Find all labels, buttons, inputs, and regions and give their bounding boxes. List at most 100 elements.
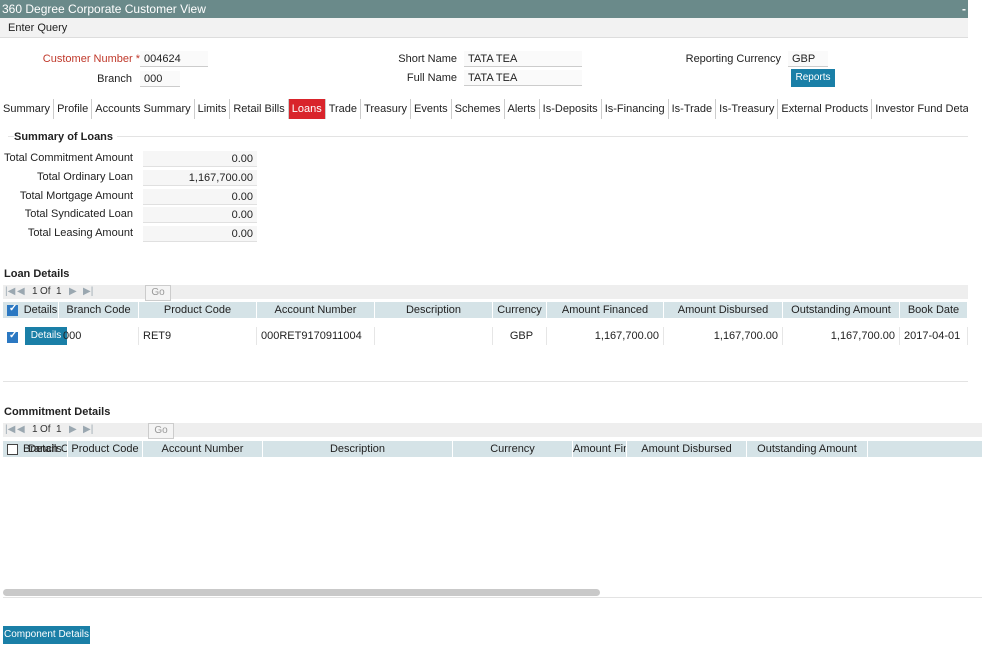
page-of: Of [40,286,51,297]
minimize-icon[interactable]: - [962,0,966,18]
commitment-go-button[interactable]: Go [148,423,174,439]
page-number: 1 [32,424,38,435]
cell-account-number: 000RET9170911004 [257,327,375,345]
row-checkbox[interactable] [7,330,18,343]
tab-external-products[interactable]: External Products [778,99,873,119]
summary-label: Total Ordinary Loan [37,171,133,183]
column-header-branch-code[interactable]: Branch Code [59,302,139,318]
cell-outstanding-amount: 1,167,700.00 [783,327,900,345]
column-header-branch-code[interactable]: Branch Code [23,441,68,457]
column-header-currency[interactable]: Currency [453,441,573,457]
column-header-outstanding-amount[interactable]: Outstanding Amount [747,441,868,457]
summary-label: Total Leasing Amount [27,227,133,239]
column-header-currency[interactable]: Currency [493,302,547,318]
select-all-checkbox[interactable] [7,444,18,455]
loan-go-button[interactable]: Go [145,285,171,301]
window-title-bar: 360 Degree Corporate Customer View - [0,0,968,18]
column-header-product-code[interactable]: Product Code [139,302,257,318]
prev-page-icon[interactable]: ◀ [17,285,25,299]
customer-number-field[interactable]: 004624 [140,51,208,67]
next-page-icon[interactable]: ▶ [69,423,77,437]
cell-book-date: 2017-04-01 [900,327,968,345]
horizontal-scrollbar[interactable] [3,589,600,596]
select-all-checkbox[interactable] [7,303,18,316]
customer-number-label: Customer Number * [42,53,140,65]
tab-is-deposits[interactable]: Is-Deposits [540,99,602,119]
summary-value: 1,167,700.00 [143,170,257,186]
column-header-amount-financed[interactable]: Amount Financed [547,302,664,318]
table-row[interactable]: Details000RET9000RET9170911004GBP1,167,7… [3,327,968,347]
column-header-description[interactable]: Description [375,302,493,318]
cell-product-code: RET9 [139,327,257,345]
first-page-icon[interactable]: |◀ [5,285,15,299]
summary-value: 0.00 [143,189,257,205]
summary-value: 0.00 [143,226,257,242]
tab-summary[interactable]: Summary [0,99,55,119]
full-name-label: Full Name [406,72,457,84]
loan-table-header: DetailsBranch CodeProduct CodeAccount Nu… [3,302,968,318]
tab-is-trade[interactable]: Is-Trade [669,99,717,119]
reporting-currency-field[interactable]: GBP [788,51,828,67]
tab-trade[interactable]: Trade [326,99,362,119]
page-number: 1 [32,286,38,297]
last-page-icon[interactable]: ▶| [83,285,93,299]
summary-value: 0.00 [143,151,257,167]
branch-label: Branch [97,73,132,85]
tab-limits[interactable]: Limits [195,99,231,119]
commitment-table-header: DetailsBranch CodeProduct CodeAccount Nu… [3,441,982,457]
tab-is-financing[interactable]: Is-Financing [602,99,669,119]
summary-value: 0.00 [143,207,257,223]
column-header-details[interactable]: Details [23,302,59,318]
column-header-product-code[interactable]: Product Code [68,441,143,457]
commitment-details-title: Commitment Details [4,406,111,418]
next-page-icon[interactable]: ▶ [69,285,77,299]
column-header-book-date[interactable]: Book Date [900,302,968,318]
full-name-field[interactable]: TATA TEA [464,70,582,86]
summary-title: Summary of Loans [14,131,118,143]
divider [8,136,968,137]
window-title: 360 Degree Corporate Customer View [2,2,206,16]
summary-label: Total Commitment Amount [4,152,133,164]
tab-alerts[interactable]: Alerts [505,99,540,119]
branch-field[interactable]: 000 [140,71,180,87]
column-header-account-number[interactable]: Account Number [257,302,375,318]
page-total: 1 [56,286,62,297]
enter-query-button[interactable]: Enter Query [8,22,67,34]
short-name-label: Short Name [398,53,457,65]
cell-branch-code: 000 [59,327,139,345]
last-page-icon[interactable]: ▶| [83,423,93,437]
prev-page-icon[interactable]: ◀ [17,423,25,437]
tab-profile[interactable]: Profile [54,99,93,119]
summary-label: Total Mortgage Amount [19,190,133,202]
short-name-field[interactable]: TATA TEA [464,51,582,67]
cell-amount-financed: 1,167,700.00 [547,327,664,345]
cell-description [375,327,493,345]
column-header-account-number[interactable]: Account Number [143,441,263,457]
tab-loans[interactable]: Loans [288,99,326,119]
column-header-amount-financed[interactable]: Amount Financed [573,441,627,457]
tab-treasury[interactable]: Treasury [361,99,412,119]
divider [3,381,968,382]
tab-schemes[interactable]: Schemes [452,99,505,119]
reporting-currency-label: Reporting Currency [685,53,781,65]
first-page-icon[interactable]: |◀ [5,423,15,437]
column-header-description[interactable]: Description [263,441,453,457]
tab-is-treasury[interactable]: Is-Treasury [716,99,779,119]
reports-button[interactable]: Reports [791,69,835,87]
tab-events[interactable]: Events [411,99,452,119]
component-details-button[interactable]: Component Details [3,626,90,644]
tab-retail-bills[interactable]: Retail Bills [230,99,289,119]
tab-investor-fund-details[interactable]: Investor Fund Details [872,99,968,119]
column-header-amount-disbursed[interactable]: Amount Disbursed [664,302,783,318]
page-total: 1 [56,424,62,435]
divider [3,597,982,598]
loan-details-title: Loan Details [4,268,70,280]
cell-amount-disbursed: 1,167,700.00 [664,327,783,345]
summary-label: Total Syndicated Loan [24,208,133,220]
column-header-amount-disbursed[interactable]: Amount Disbursed [627,441,747,457]
page-of: Of [40,424,51,435]
cell-currency: GBP [493,327,547,345]
column-header-outstanding-amount[interactable]: Outstanding Amount [783,302,900,318]
loan-table-body: Details000RET9000RET9170911004GBP1,167,7… [3,327,968,347]
tab-accounts-summary[interactable]: Accounts Summary [92,99,195,119]
